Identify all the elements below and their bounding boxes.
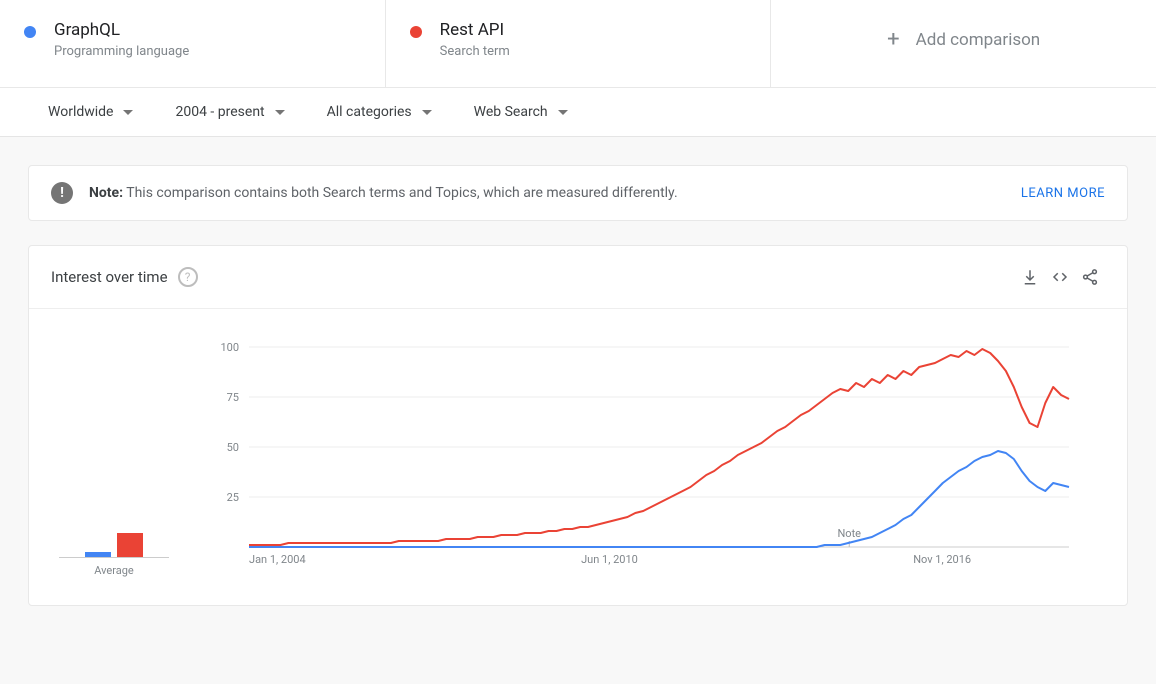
term-name: GraphQL — [54, 20, 189, 40]
filter-category[interactable]: All categories — [327, 104, 432, 120]
filters-row: Worldwide 2004 - present All categories … — [0, 88, 1156, 137]
term-subtype: Programming language — [54, 44, 189, 59]
plus-icon: + — [887, 29, 899, 51]
filter-label: 2004 - present — [175, 104, 264, 120]
add-comparison-button[interactable]: + Add comparison — [771, 0, 1156, 87]
term-name: Rest API — [440, 20, 510, 40]
chart-header: Interest over time ? — [29, 246, 1127, 309]
filter-region[interactable]: Worldwide — [48, 104, 133, 120]
average-label: Average — [59, 564, 169, 577]
learn-more-link[interactable]: LEARN MORE — [1021, 186, 1105, 201]
svg-text:100: 100 — [220, 341, 239, 354]
line-chart: 25 50 75 100 Jan 1, 2004 Jun 1, 2010 Nov 1, 20… — [199, 337, 1079, 577]
note-body: This comparison contains both Search ter… — [126, 185, 677, 201]
filter-label: Worldwide — [48, 104, 113, 120]
compare-term-graphql[interactable]: GraphQL Programming language — [0, 0, 386, 87]
note-text: Note: This comparison contains both Sear… — [89, 185, 1005, 201]
chevron-down-icon — [123, 110, 133, 115]
filter-label: Web Search — [474, 104, 548, 120]
average-block: Average — [59, 494, 169, 577]
term-color-dot — [24, 26, 36, 38]
avg-bar — [85, 552, 111, 557]
avg-bar — [117, 533, 143, 557]
download-icon[interactable] — [1015, 262, 1045, 292]
chevron-down-icon — [275, 110, 285, 115]
svg-text:25: 25 — [227, 491, 239, 504]
chart-title: Interest over time — [51, 268, 168, 286]
term-subtype: Search term — [440, 44, 510, 59]
filter-label: All categories — [327, 104, 412, 120]
svg-text:Jun 1, 2010: Jun 1, 2010 — [581, 553, 638, 566]
info-icon: ! — [51, 182, 73, 204]
term-color-dot — [410, 26, 422, 38]
compare-row: GraphQL Programming language Rest API Se… — [0, 0, 1156, 88]
add-comparison-label: Add comparison — [916, 30, 1041, 50]
chevron-down-icon — [558, 110, 568, 115]
filter-searchtype[interactable]: Web Search — [474, 104, 568, 120]
chevron-down-icon — [422, 110, 432, 115]
svg-text:Note: Note — [837, 527, 861, 540]
share-icon[interactable] — [1075, 262, 1105, 292]
help-icon[interactable]: ? — [178, 267, 198, 287]
svg-text:50: 50 — [227, 441, 239, 454]
chart-body: Average 25 50 75 100 Jan 1, 2004 Jun 1, 2010 N… — [29, 309, 1127, 605]
chart-card: Interest over time ? Average 25 50 75 100 Ja… — [28, 245, 1128, 606]
compare-term-restapi[interactable]: Rest API Search term — [386, 0, 772, 87]
svg-text:75: 75 — [227, 391, 239, 404]
series-graphql — [249, 451, 1069, 547]
embed-icon[interactable] — [1045, 262, 1075, 292]
svg-text:Nov 1, 2016: Nov 1, 2016 — [913, 553, 971, 566]
note-card: ! Note: This comparison contains both Se… — [28, 165, 1128, 221]
svg-text:Jan 1, 2004: Jan 1, 2004 — [249, 553, 306, 566]
note-prefix: Note: — [89, 185, 123, 201]
filter-time[interactable]: 2004 - present — [175, 104, 284, 120]
